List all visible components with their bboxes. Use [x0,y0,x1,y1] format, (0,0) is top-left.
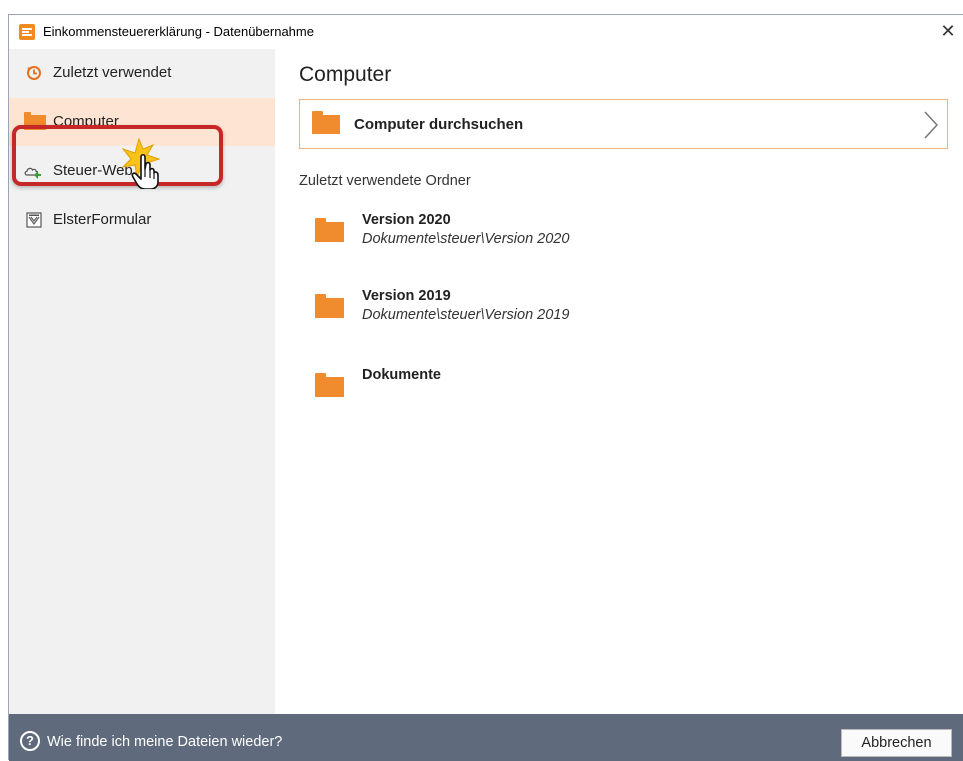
recent-folder-item[interactable]: Version 2019 Dokumente\steuer\Version 20… [299,288,899,348]
main-panel: Computer Computer durchsuchen Zuletzt ve… [275,49,963,714]
clock-icon [27,66,41,80]
sidebar-item-label: Zuletzt verwendet [53,64,172,81]
dialog-window: Einkommensteuererklärung - Datenübernahm… [8,14,963,761]
folder-icon [315,294,344,318]
folder-name: Version 2020 [362,212,451,228]
sidebar-item-recent[interactable]: Zuletzt verwendet [9,49,275,97]
folder-icon [315,373,344,397]
folder-path: Dokumente\steuer\Version 2019 [362,307,570,323]
sidebar: Zuletzt verwendet Computer Steuer-Web El… [9,49,275,714]
elster-icon [26,212,42,228]
page-title: Computer [299,63,392,86]
cancel-button[interactable]: Abbrechen [841,729,952,757]
recent-folder-item[interactable]: Dokumente [299,367,899,427]
recent-folder-item[interactable]: Version 2020 Dokumente\steuer\Version 20… [299,212,899,272]
folder-path: Dokumente\steuer\Version 2020 [362,231,570,247]
help-link[interactable]: Wie finde ich meine Dateien wieder? [47,734,282,750]
hand-cursor-icon [121,137,161,189]
sidebar-item-label: ElsterFormular [53,211,152,228]
folder-icon [315,218,344,242]
footer-bar: ? Wie finde ich meine Dateien wieder? Ab… [9,714,963,761]
close-icon[interactable]: ✕ [933,15,963,49]
title-bar: Einkommensteuererklärung - Datenübernahm… [9,15,963,49]
window-title: Einkommensteuererklärung - Datenübernahm… [43,24,314,39]
chevron-right-icon [924,111,939,139]
folder-icon [312,111,340,134]
sidebar-item-elsterformular[interactable]: ElsterFormular [9,196,275,244]
help-icon[interactable]: ? [20,731,40,751]
browse-computer-button[interactable]: Computer durchsuchen [299,99,948,149]
highlight-annotation [12,125,223,186]
recent-folders-heading: Zuletzt verwendete Ordner [299,173,471,189]
folder-name: Dokumente [362,367,441,383]
folder-name: Version 2019 [362,288,451,304]
browse-computer-label: Computer durchsuchen [354,116,524,133]
app-icon [19,24,35,40]
